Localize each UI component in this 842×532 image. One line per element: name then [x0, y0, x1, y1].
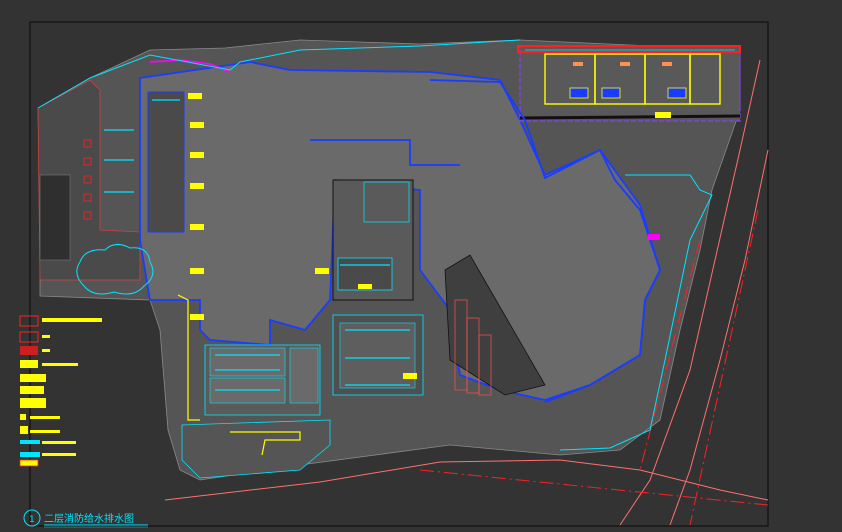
legend-item-1-line [42, 318, 102, 322]
index-number: 1 [29, 515, 35, 525]
legend-item-12-symbol [19, 459, 39, 467]
top-right-annex [519, 45, 741, 122]
legend-item-4-symbol [20, 360, 38, 368]
legend-item-1-symbol [19, 315, 39, 327]
legend-item-10-symbol [20, 440, 40, 444]
legend-item-3-symbol [20, 346, 38, 355]
dark-strip-left [147, 91, 185, 233]
legend-item-8-symbol [20, 414, 26, 420]
legend-item-11-line [42, 453, 76, 456]
drawing-title: 二层消防给水排水图 [44, 512, 134, 525]
left-annex-inner [39, 174, 71, 261]
legend-item-11-symbol [20, 452, 40, 457]
magenta-valve [648, 234, 660, 240]
legend-item-6-symbol [20, 386, 44, 394]
legend-item-5-symbol [20, 374, 46, 382]
legend-item-2-symbol [19, 331, 39, 343]
legend-item-3-line [42, 349, 50, 352]
legend-item-9-line [30, 430, 60, 433]
red-axis-bottom [419, 469, 769, 506]
legend-item-8-line [30, 416, 60, 419]
cad-drawing-canvas: 1 二层消防给水排水图 [19, 21, 769, 528]
legend-item-4-line [42, 363, 78, 366]
lower-left-room-a [209, 347, 286, 377]
entrance-paving [181, 419, 331, 479]
title-block: 1 二层消防给水排水图 [23, 509, 148, 528]
yellow-valve-right [655, 112, 671, 118]
legend-item-10-line [42, 441, 76, 444]
legend [19, 315, 102, 467]
legend-item-7-symbol [20, 398, 46, 408]
legend-item-2-line [42, 335, 50, 338]
lower-left-room-c [289, 347, 319, 404]
red-axis-diagonal [689, 209, 759, 526]
legend-item-9-symbol [20, 426, 28, 434]
annex-bottom-wall [519, 114, 741, 120]
